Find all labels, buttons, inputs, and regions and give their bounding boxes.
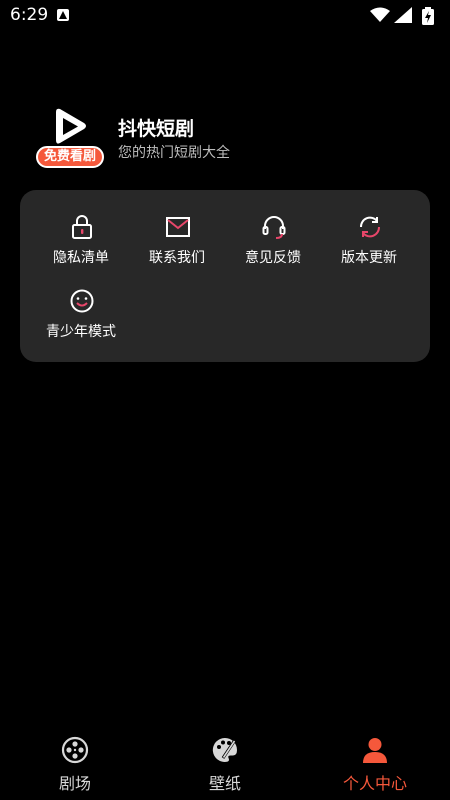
status-bar: 6:29 xyxy=(0,0,450,32)
play-logo-icon xyxy=(56,108,86,144)
status-time: 6:29 xyxy=(10,5,49,25)
mail-icon xyxy=(166,217,190,237)
smiley-icon xyxy=(70,289,94,313)
nav-tab-wallpaper[interactable]: 壁纸 xyxy=(165,728,285,800)
menu-item-label: 意见反馈 xyxy=(245,250,301,266)
menu-card: 隐私清单 联系我们 意见反馈 版本更新 青少年模式 xyxy=(20,190,430,362)
palette-icon xyxy=(212,737,237,762)
signal-icon xyxy=(394,7,412,23)
user-icon xyxy=(363,738,387,763)
app-title: 抖快短剧 xyxy=(118,118,195,140)
refresh-icon xyxy=(359,216,381,238)
film-reel-icon xyxy=(61,736,89,764)
bottom-nav: 剧场 壁纸 个人中心 xyxy=(0,728,450,800)
nav-tab-label: 剧场 xyxy=(58,774,91,793)
nav-tab-profile[interactable]: 个人中心 xyxy=(315,728,435,800)
lock-icon xyxy=(72,215,92,239)
app-subtitle: 您的热门短剧大全 xyxy=(118,145,230,161)
menu-item-label: 版本更新 xyxy=(341,250,397,266)
nav-tab-theater[interactable]: 剧场 xyxy=(15,728,135,800)
app-logo: 免费看剧 xyxy=(36,108,104,170)
notification-a-icon xyxy=(57,9,69,21)
menu-item-version-update[interactable]: 版本更新 xyxy=(321,214,417,276)
wifi-icon xyxy=(370,7,390,22)
status-icons xyxy=(370,7,440,25)
battery-charging-icon xyxy=(422,7,434,25)
menu-item-feedback[interactable]: 意见反馈 xyxy=(225,214,321,276)
menu-item-contact-us[interactable]: 联系我们 xyxy=(129,214,225,276)
nav-tab-label: 个人中心 xyxy=(342,774,407,793)
menu-item-privacy-list[interactable]: 隐私清单 xyxy=(33,214,129,276)
logo-badge: 免费看剧 xyxy=(36,146,104,168)
nav-tab-label: 壁纸 xyxy=(208,774,241,793)
menu-item-label: 隐私清单 xyxy=(53,250,109,266)
menu-item-label: 联系我们 xyxy=(149,250,205,266)
headset-icon xyxy=(262,216,286,239)
menu-item-label: 青少年模式 xyxy=(46,324,116,340)
menu-item-teen-mode[interactable]: 青少年模式 xyxy=(33,288,129,350)
